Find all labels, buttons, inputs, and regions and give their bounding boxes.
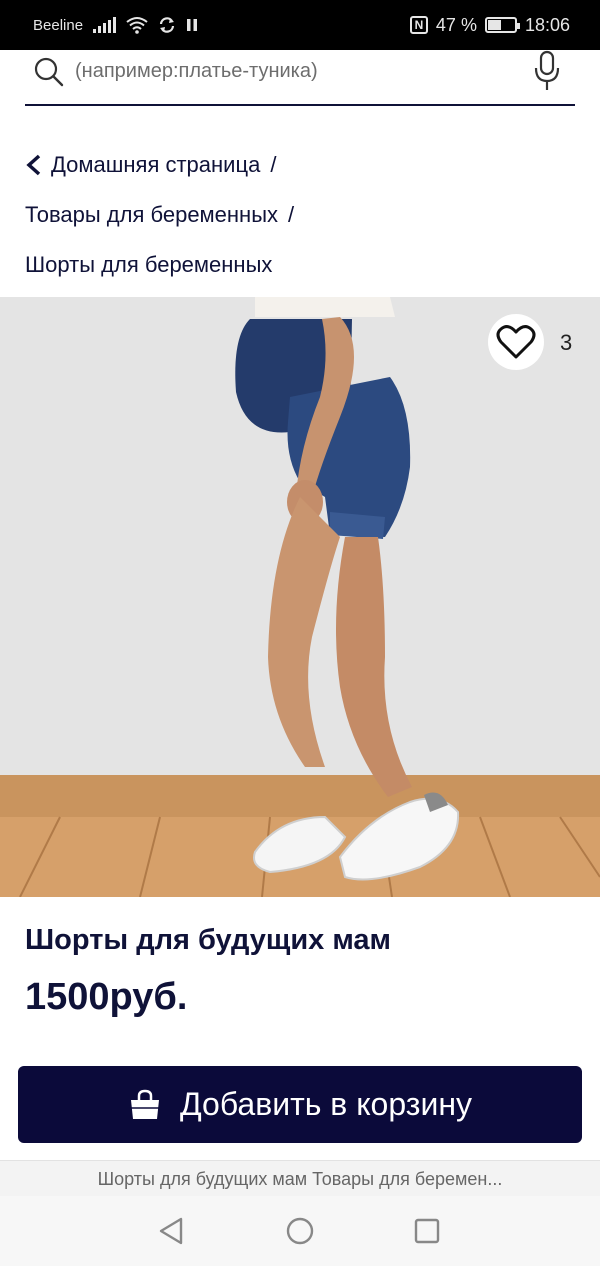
favorites-count: 3 bbox=[560, 330, 573, 355]
system-nav-bar bbox=[0, 1196, 600, 1266]
battery-icon bbox=[484, 17, 520, 33]
search-bar bbox=[25, 50, 575, 106]
search-icon[interactable] bbox=[33, 56, 65, 88]
add-to-cart-label: Добавить в корзину bbox=[179, 1086, 472, 1122]
status-bar-left: Beeline bbox=[33, 0, 198, 50]
chevron-left-icon bbox=[26, 154, 41, 176]
shopping-bag-icon bbox=[130, 1089, 159, 1119]
product-title: Шорты для будущих мам bbox=[25, 924, 391, 956]
breadcrumb: Домашняя страница / Товары для беременны… bbox=[25, 140, 294, 290]
pause-icon bbox=[187, 19, 198, 31]
nfc-icon: N bbox=[409, 16, 428, 34]
breadcrumb-item-maternity[interactable]: Товары для беременных / bbox=[25, 190, 294, 240]
battery-percent: 47 % bbox=[435, 14, 477, 35]
breadcrumb-item-shorts[interactable]: Шорты для беременных bbox=[25, 240, 294, 290]
heart-icon bbox=[496, 325, 536, 359]
home-circle-icon[interactable] bbox=[283, 1214, 317, 1248]
microphone-icon[interactable] bbox=[533, 50, 561, 92]
favorite-button[interactable] bbox=[488, 314, 544, 370]
recents-square-icon[interactable] bbox=[410, 1214, 444, 1248]
add-to-cart-button[interactable]: Добавить в корзину bbox=[18, 1066, 582, 1143]
sync-icon bbox=[159, 17, 175, 33]
wifi-icon bbox=[126, 17, 148, 34]
breadcrumb-link[interactable]: Товары для беременных bbox=[25, 190, 278, 240]
breadcrumb-separator: / bbox=[288, 202, 295, 227]
breadcrumb-separator: / bbox=[270, 152, 277, 177]
next-image-arrow[interactable]: → bbox=[534, 885, 564, 898]
status-bar-right: N 47 % 18:06 bbox=[409, 0, 570, 50]
related-strip[interactable]: Шорты для будущих мам Товары для беремен… bbox=[0, 1160, 600, 1196]
back-triangle-icon[interactable] bbox=[155, 1214, 189, 1248]
breadcrumb-link[interactable]: Шорты для беременных bbox=[25, 240, 272, 290]
status-bar: Beeline N 47 % 18:06 bbox=[0, 0, 600, 50]
product-price: 1500руб. bbox=[25, 976, 188, 1018]
breadcrumb-item-home[interactable]: Домашняя страница / bbox=[25, 140, 294, 190]
breadcrumb-link[interactable]: Домашняя страница bbox=[51, 140, 260, 190]
signal-icon bbox=[93, 17, 117, 33]
previous-image-arrow[interactable]: ← bbox=[36, 885, 66, 898]
product-image[interactable]: ← → bbox=[0, 297, 600, 897]
carrier-name: Beeline bbox=[33, 16, 84, 34]
product-photo bbox=[0, 297, 600, 897]
search-input[interactable] bbox=[75, 56, 515, 86]
clock: 18:06 bbox=[524, 14, 570, 35]
